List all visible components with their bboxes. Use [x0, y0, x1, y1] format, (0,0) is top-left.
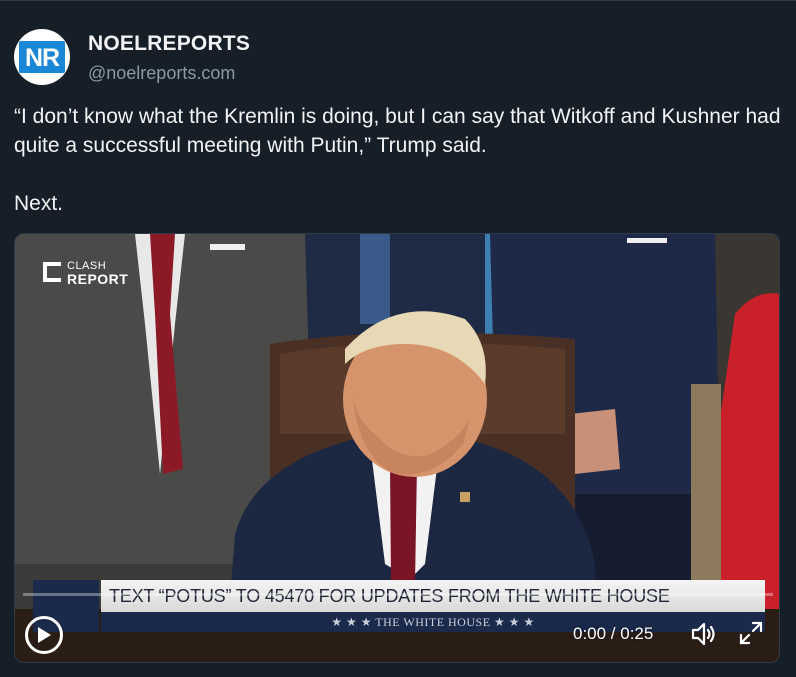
- author-display-name[interactable]: NOELREPORTS: [88, 32, 250, 56]
- volume-button[interactable]: [689, 620, 717, 648]
- fullscreen-icon: [739, 621, 763, 645]
- avatar[interactable]: NR: [14, 29, 70, 85]
- avatar-initials: NR: [18, 41, 66, 73]
- video-player[interactable]: CLASH REPORT TEXT “POTUS” TO 45470 FOR U…: [14, 233, 780, 663]
- volume-icon: [691, 622, 715, 646]
- video-progress-bar[interactable]: [23, 593, 773, 596]
- post-text: “I don’t know what the Kremlin is doing,…: [14, 105, 781, 215]
- watermark-logo-icon: [43, 262, 61, 282]
- video-chyron-subtitle: ★ ★ ★ THE WHITE HOUSE ★ ★ ★: [101, 612, 765, 632]
- author-handle[interactable]: @noelreports.com: [88, 63, 235, 84]
- play-button[interactable]: [25, 616, 63, 654]
- watermark-line2: REPORT: [67, 271, 129, 287]
- post-card: NR NOELREPORTS @noelreports.com “I don’t…: [0, 0, 796, 677]
- fullscreen-button[interactable]: [738, 620, 764, 646]
- video-chyron: TEXT “POTUS” TO 45470 FOR UPDATES FROM T…: [101, 580, 765, 612]
- video-time: 0:00 / 0:25: [573, 624, 654, 643]
- play-icon: [38, 627, 51, 643]
